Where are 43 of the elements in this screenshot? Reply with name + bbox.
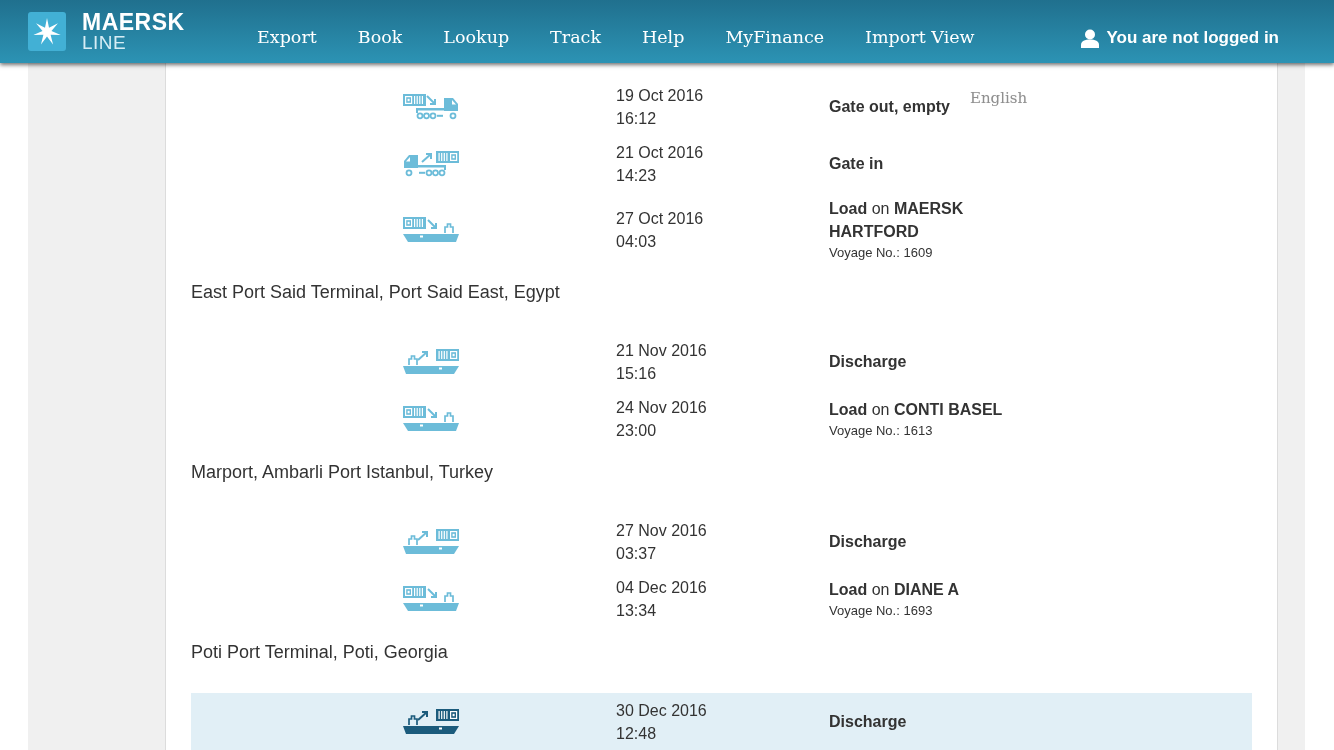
location-heading: East Port Said Terminal, Port Said East, Egypt bbox=[191, 281, 560, 303]
event-description: Gate out, empty bbox=[829, 97, 950, 117]
nav-link[interactable]: Lookup bbox=[443, 24, 510, 51]
event-time: 12:48 bbox=[616, 723, 657, 744]
event-time: 23:00 bbox=[616, 420, 657, 441]
nav-link[interactable]: MyFinance bbox=[725, 24, 825, 51]
location-heading: Marport, Ambarli Port Istanbul, Turkey bbox=[191, 461, 494, 483]
login-link[interactable]: You are not logged in bbox=[1081, 25, 1279, 51]
nav-link[interactable]: Export bbox=[257, 24, 317, 51]
event-time: 03:37 bbox=[616, 543, 657, 564]
event-date: 04 Dec 2016 bbox=[616, 577, 707, 598]
nav-link[interactable]: Book bbox=[357, 24, 403, 51]
event-time: 04:03 bbox=[616, 231, 657, 252]
event-time: 16:12 bbox=[616, 108, 657, 129]
voyage-number: Voyage No.: 1609 bbox=[829, 244, 933, 262]
event-time: 15:16 bbox=[616, 363, 657, 384]
event-description: Gate in bbox=[829, 154, 884, 174]
event-date: 19 Oct 2016 bbox=[616, 85, 704, 106]
event-date: 27 Nov 2016 bbox=[616, 520, 707, 541]
nav-link[interactable]: Import View bbox=[865, 24, 975, 51]
star-logo-icon bbox=[28, 12, 66, 51]
event-description: Discharge bbox=[829, 352, 907, 372]
voyage-number: Voyage No.: 1693 bbox=[829, 601, 933, 620]
event-date: 24 Nov 2016 bbox=[616, 397, 707, 418]
nav-link[interactable]: Track bbox=[550, 24, 601, 51]
event-time: 13:34 bbox=[616, 600, 657, 621]
user-icon bbox=[1081, 28, 1100, 48]
event-time: 14:23 bbox=[616, 165, 657, 186]
language-link[interactable]: English bbox=[970, 87, 1028, 110]
event-description: Load on DIANE A bbox=[829, 579, 960, 600]
event-description: Load on MAERSK HARTFORD bbox=[829, 199, 965, 242]
event-date: 21 Oct 2016 bbox=[616, 142, 704, 163]
event-description: Load on CONTI BASEL bbox=[829, 399, 1003, 420]
location-heading: Poti Port Terminal, Poti, Georgia bbox=[191, 641, 448, 663]
brand-name: MAERSK bbox=[82, 11, 185, 33]
voyage-number: Voyage No.: 1613 bbox=[829, 421, 933, 440]
nav-link[interactable]: Help bbox=[642, 24, 685, 51]
event-date: 27 Oct 2016 bbox=[616, 208, 704, 229]
event-date: 30 Dec 2016 bbox=[616, 700, 707, 721]
event-description: Discharge bbox=[829, 532, 907, 552]
brand-subtitle: LINE bbox=[82, 32, 127, 52]
event-date: 21 Nov 2016 bbox=[616, 340, 707, 361]
event-description: Discharge bbox=[829, 712, 907, 732]
